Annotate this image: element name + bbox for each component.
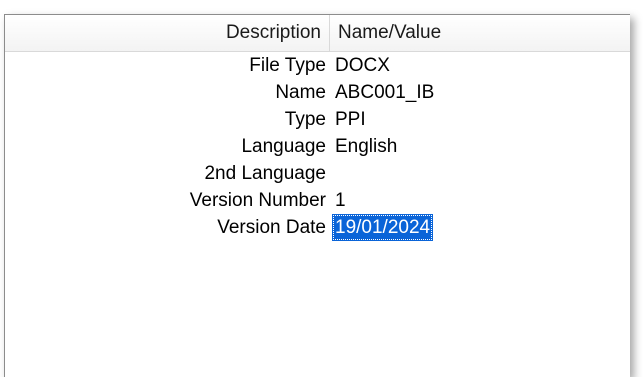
list-row-2nd-language[interactable]: 2nd Language bbox=[5, 160, 630, 187]
list-row-file-type[interactable]: File Type DOCX bbox=[5, 52, 630, 79]
row-value: DOCX bbox=[335, 55, 390, 76]
list-row-name[interactable]: Name ABC001_IB bbox=[5, 79, 630, 106]
list-row-type[interactable]: Type PPI bbox=[5, 106, 630, 133]
row-value: 1 bbox=[335, 190, 346, 211]
column-header: Description Name/Value bbox=[5, 15, 630, 52]
column-header-description[interactable]: Description bbox=[5, 15, 330, 51]
properties-list-view[interactable]: Description Name/Value File Type DOCX Na… bbox=[4, 14, 630, 377]
row-label: Type bbox=[284, 109, 326, 130]
row-value: English bbox=[335, 136, 398, 157]
row-value: ABC001_IB bbox=[335, 82, 435, 103]
list-row-version-date[interactable]: Version Date 19/01/2024 bbox=[5, 214, 630, 241]
row-label: Language bbox=[241, 136, 326, 157]
row-label: Version Date bbox=[217, 217, 326, 238]
row-label: 2nd Language bbox=[204, 163, 326, 184]
row-label: Version Number bbox=[189, 190, 326, 211]
row-value: PPI bbox=[335, 109, 366, 130]
column-header-name-value[interactable]: Name/Value bbox=[331, 15, 441, 51]
list-row-version-number[interactable]: Version Number 1 bbox=[5, 187, 630, 214]
row-value-selected[interactable]: 19/01/2024 bbox=[332, 214, 434, 241]
list-row-language[interactable]: Language English bbox=[5, 133, 630, 160]
row-label: File Type bbox=[249, 55, 326, 76]
row-label: Name bbox=[275, 82, 326, 103]
